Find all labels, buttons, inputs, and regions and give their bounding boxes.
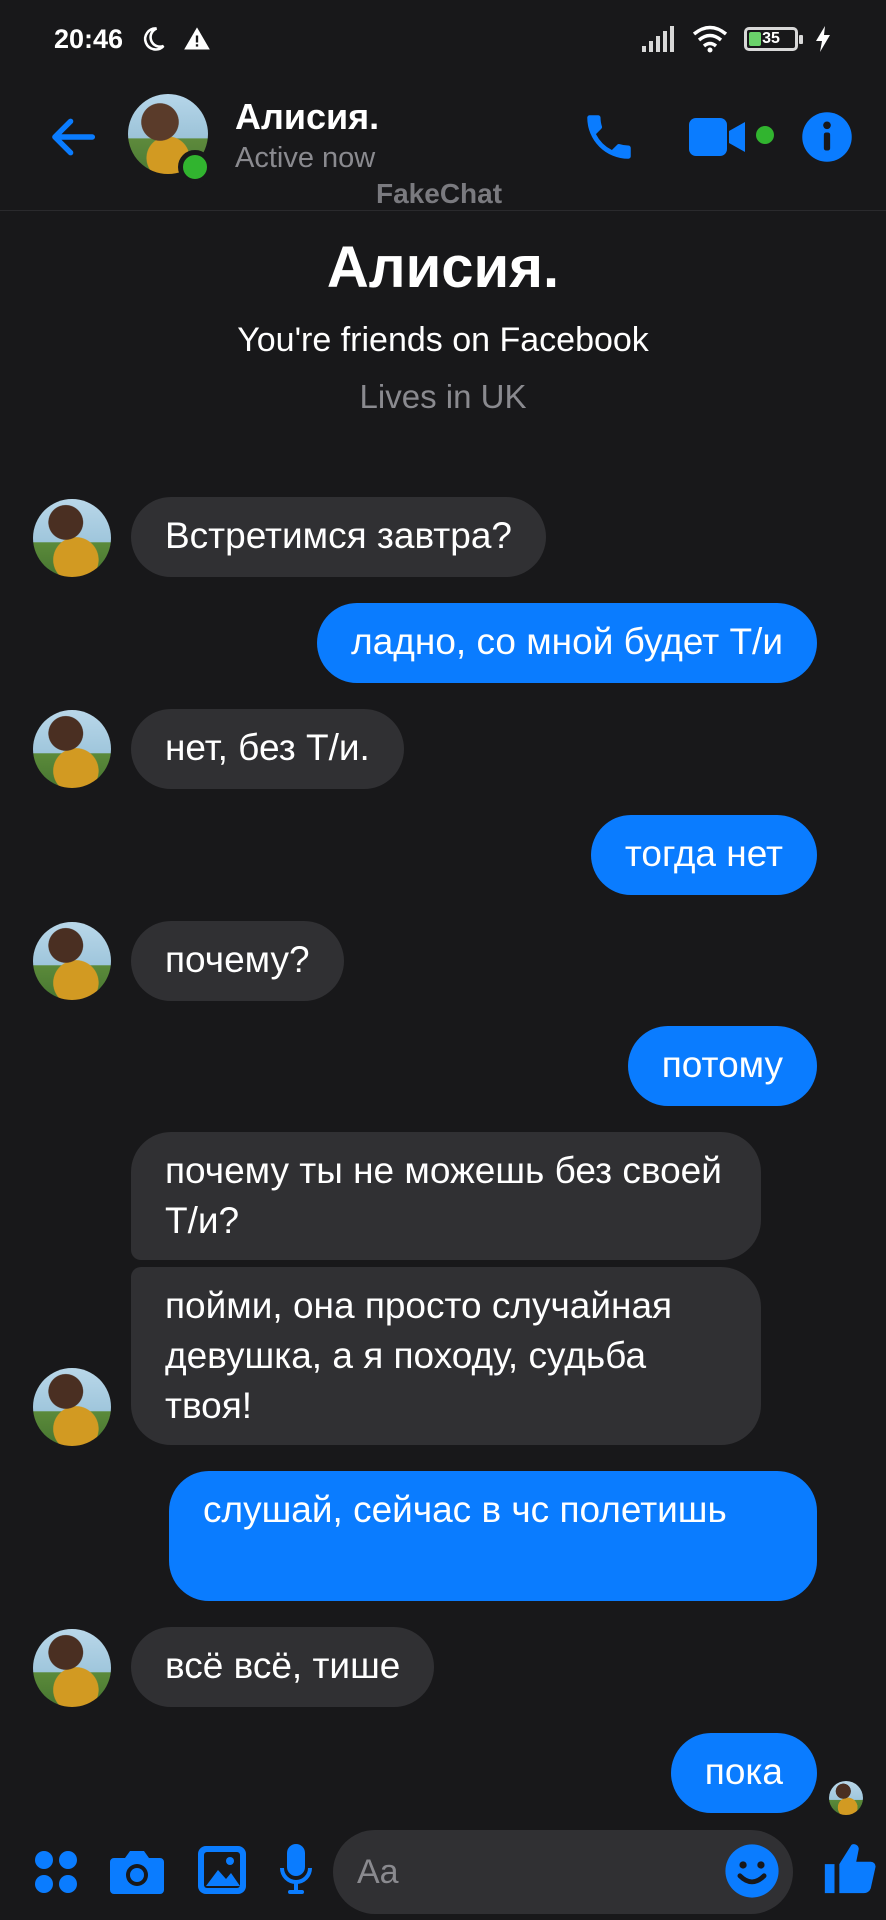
message-bubble-outgoing[interactable]: ладно, со мной будет Т/и [317,603,817,683]
profile-friends-info: You're friends on Facebook [237,321,649,359]
active-dot [756,126,774,144]
camera-icon[interactable] [110,1848,164,1894]
info-icon[interactable] [800,110,854,164]
contact-status: Active now [235,142,376,174]
message-bubble-incoming[interactable]: нет, без Т/и. [131,709,404,789]
back-arrow-icon[interactable] [44,108,102,166]
wifi-icon [692,25,728,53]
status-bar-left: 20:46 [54,24,211,55]
phone-icon[interactable] [580,108,638,166]
message-bubble-outgoing[interactable]: слушай, сейчас в чс полетишь [169,1471,817,1601]
signal-icon [642,26,674,52]
emoji-icon[interactable] [723,1842,781,1900]
contact-name[interactable]: Алисия. [235,96,379,138]
contact-avatar-small[interactable] [33,1629,111,1707]
contact-avatar-small[interactable] [33,1368,111,1446]
thumbs-up-icon[interactable] [820,1840,878,1898]
message-bubble-incoming[interactable]: пойми, она просто случайная девушка, а я… [131,1267,761,1445]
contact-avatar-small[interactable] [33,710,111,788]
status-bar-right: 35 [642,25,832,53]
message-bubble-incoming[interactable]: почему? [131,921,344,1001]
warning-icon [184,27,210,50]
apps-grid-icon[interactable] [34,1850,78,1894]
moon-icon [144,27,165,51]
microphone-icon[interactable] [280,1844,312,1896]
battery-level: 35 [762,30,780,47]
contact-avatar-small[interactable] [33,499,111,577]
profile-location: Lives in UK [359,378,527,415]
chat-header: Алисия. Active now FakeChat [0,78,886,211]
profile-intro: Алисия. You're friends on Facebook Lives… [0,230,886,416]
message-bubble-outgoing[interactable]: потому [627,1026,817,1106]
online-indicator [178,150,212,184]
status-time: 20:46 [54,23,124,54]
status-bar: 20:46 35 [0,0,886,78]
profile-name: Алисия. [326,235,560,300]
battery-icon: 35 [744,27,803,51]
seen-avatar [829,1781,863,1815]
contact-avatar-small[interactable] [33,922,111,1000]
watermark: FakeChat [376,178,503,209]
message-bubble-outgoing[interactable]: тогда нет [590,815,817,895]
message-bubble-incoming[interactable]: Встретимся завтра? [131,497,546,577]
message-bubble-incoming[interactable]: почему ты не можешь без своей Т/и? [131,1132,761,1260]
video-call-icon[interactable] [689,114,747,160]
message-bubble-incoming[interactable]: всё всё, тише [131,1627,435,1707]
message-bubble-outgoing[interactable]: пока [670,1733,817,1813]
charging-icon [816,26,830,52]
composer-bar: Aa [0,1820,886,1920]
gallery-icon[interactable] [198,1846,246,1894]
